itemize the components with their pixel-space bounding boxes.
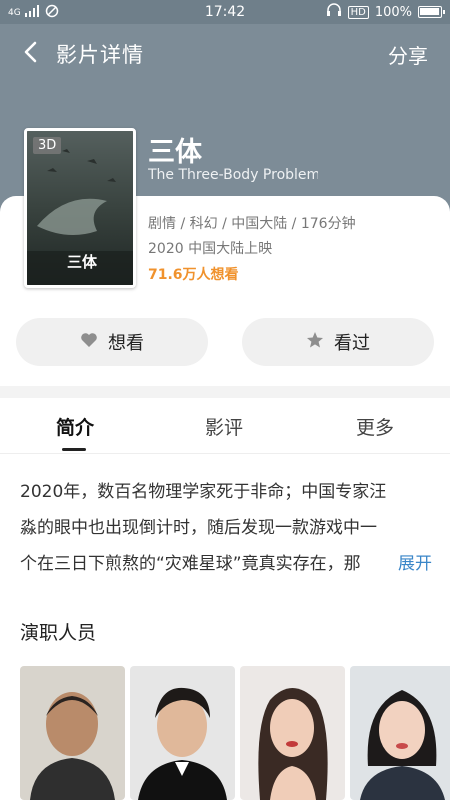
- page-title: 影片详情: [56, 43, 144, 67]
- headset-icon: [326, 3, 342, 21]
- star-icon: [306, 331, 324, 354]
- battery-fill: [420, 8, 439, 15]
- seen-label: 看过: [334, 333, 370, 354]
- seen-button[interactable]: 看过: [242, 318, 434, 366]
- status-bar: 4G 17:42 HD 100%: [0, 0, 450, 24]
- cast-heading: 演职人员: [20, 622, 97, 644]
- person-photo-1: [20, 666, 125, 800]
- hd-icon: HD: [347, 5, 369, 19]
- back-icon[interactable]: [18, 38, 42, 66]
- status-right: HD 100%: [326, 3, 445, 21]
- synopsis: 2020年，数百名物理学家死于非命；中国专家汪 淼的眼中也出现倒计时，随后发现一…: [20, 474, 432, 582]
- want-count: 71.6万人想看: [148, 267, 239, 283]
- tab-intro[interactable]: 简介: [56, 413, 94, 440]
- share-button[interactable]: 分享: [388, 40, 428, 69]
- heart-icon: [80, 332, 98, 353]
- expand-link[interactable]: 展开: [392, 546, 432, 582]
- synopsis-line: 个在三日下煎熬的“灾难星球”竟真实存在，那: [20, 554, 361, 574]
- section-divider: [0, 386, 450, 398]
- tab-reviews[interactable]: 影评: [205, 413, 243, 440]
- tab-more[interactable]: 更多: [356, 413, 394, 440]
- want-button[interactable]: 想看: [16, 318, 208, 366]
- movie-title: 三体: [148, 137, 202, 168]
- battery-icon: [418, 6, 445, 18]
- synopsis-line: 淼的眼中也出现倒计时，随后发现一款游戏中一: [20, 518, 377, 538]
- cast-list: [20, 666, 450, 800]
- poster-title-text: 三体: [67, 253, 98, 271]
- cast-card[interactable]: [130, 666, 235, 800]
- movie-release-line: 2020 中国大陆上映: [148, 241, 273, 257]
- nav-bar: 影片详情 分享: [0, 24, 450, 82]
- synopsis-line-last: 个在三日下煎熬的“灾难星球”竟真实存在，那 展开: [20, 546, 432, 582]
- badge-3d: 3D: [33, 137, 62, 154]
- movie-poster[interactable]: 3D 三体: [24, 128, 136, 288]
- cast-card[interactable]: [20, 666, 125, 800]
- person-photo-2: [130, 666, 235, 800]
- person-photo-3: [240, 666, 345, 800]
- want-label: 想看: [108, 333, 144, 354]
- movie-subtitle: The Three-Body Problem: I: [148, 167, 318, 183]
- movie-genre-line: 剧情 / 科幻 / 中国大陆 / 176分钟: [148, 216, 356, 232]
- cast-card[interactable]: [350, 666, 450, 800]
- person-photo-4: [350, 666, 450, 800]
- cast-card[interactable]: [240, 666, 345, 800]
- tab-underline: [62, 448, 86, 451]
- tab-bar: 简介 影评 更多: [0, 398, 450, 454]
- synopsis-line: 2020年，数百名物理学家死于非命；中国专家汪: [20, 482, 387, 502]
- battery-label: 100%: [374, 4, 412, 20]
